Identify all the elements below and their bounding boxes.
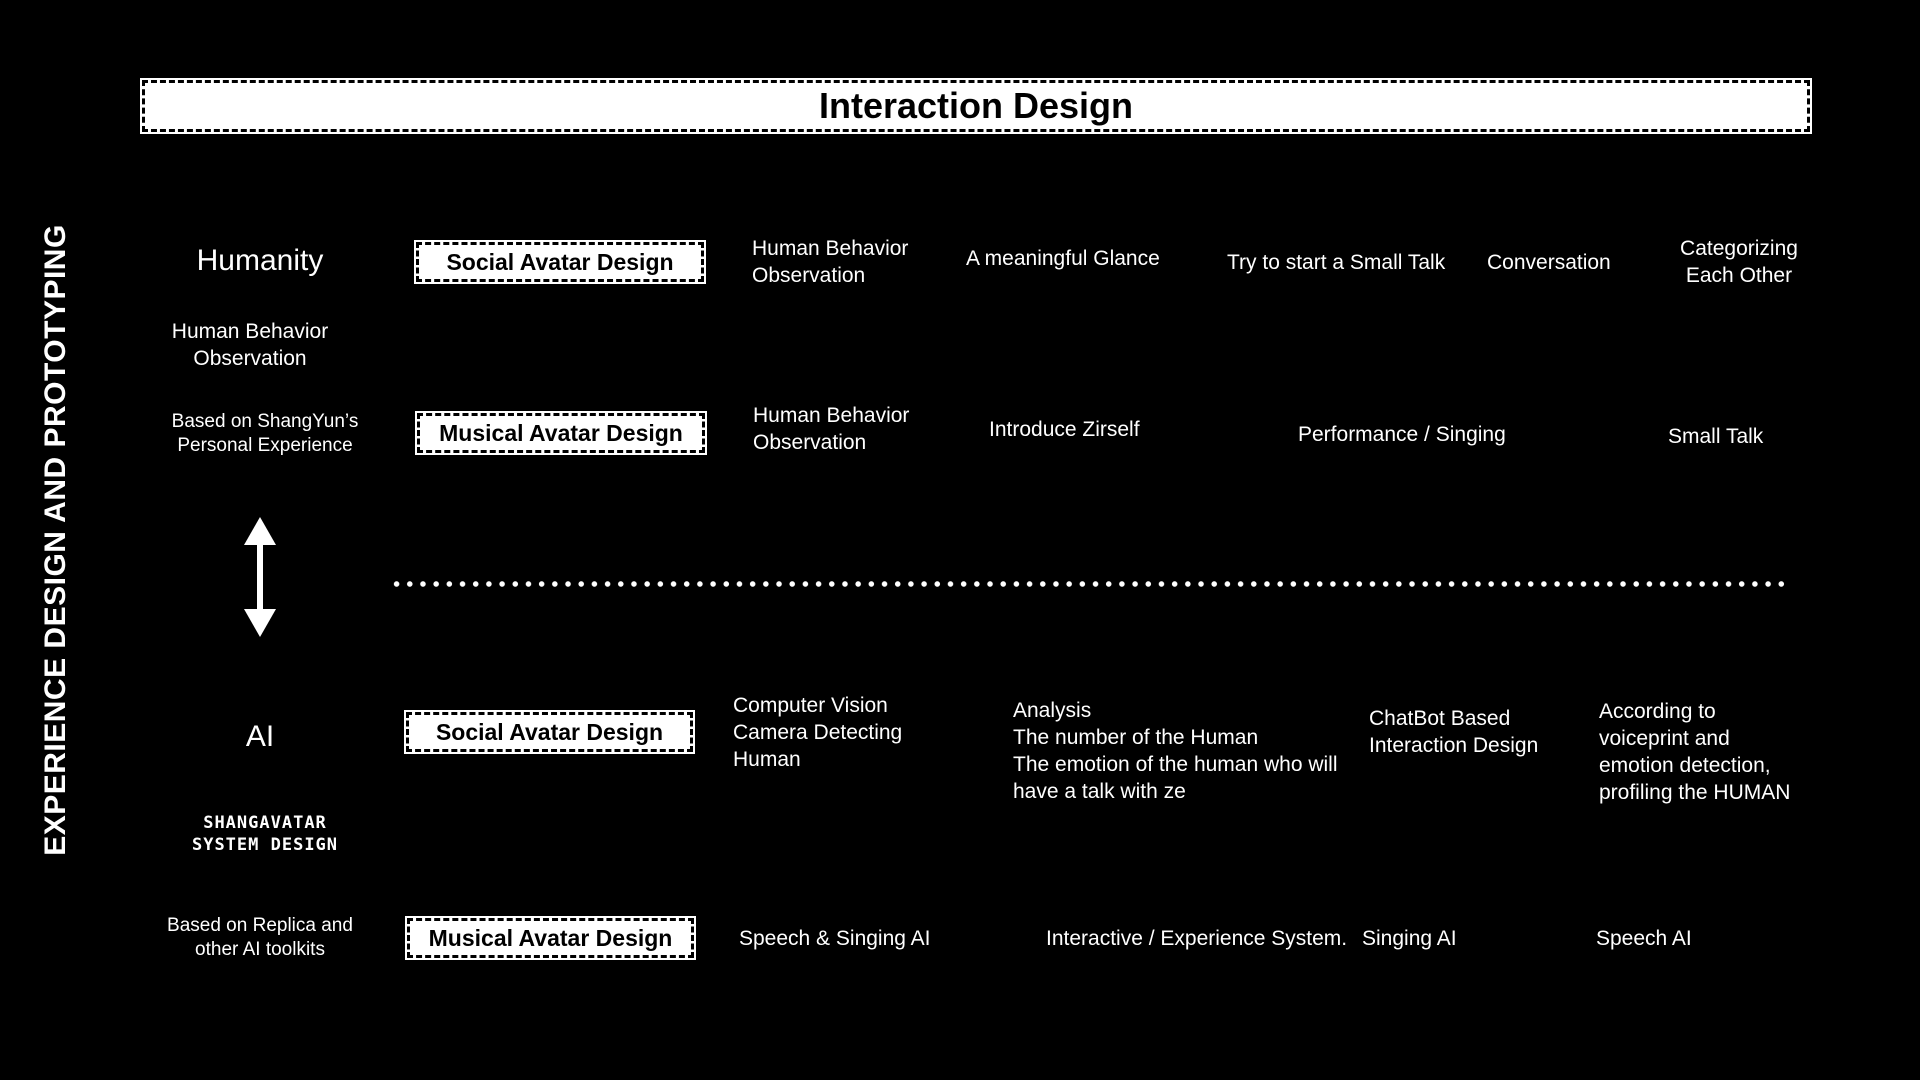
ai-social-step-4: According to voiceprint and emotion dete…	[1599, 700, 1791, 804]
humanity-note: Based on ShangYun’s Personal Experience	[171, 411, 359, 456]
ai-musical-tag-label: Musical Avatar Design	[428, 924, 673, 951]
side-title: EXPERIENCE DESIGN AND PROTOTYPING	[39, 224, 72, 856]
ai-musical-step-2: Interactive / Experience System.	[1046, 927, 1348, 950]
human-social-tag: Social Avatar Design	[414, 240, 706, 284]
banner-title: Interaction Design	[818, 85, 1134, 126]
ai-musical-step-1: Speech & Singing AI	[739, 927, 931, 950]
ai-social-step-1: Computer Vision Camera Detecting Human	[733, 694, 903, 771]
humanity-title: Humanity	[196, 244, 324, 277]
double-arrow-icon	[244, 517, 276, 637]
human-musical-step-3: Performance / Singing	[1298, 423, 1506, 446]
human-social-step-1: Human Behavior Observation	[752, 237, 909, 287]
human-musical-step-4: Small Talk	[1668, 425, 1764, 448]
ai-social-step-2: Analysis The number of the Human The emo…	[1013, 699, 1338, 803]
ai-musical-step-3: Singing AI	[1362, 927, 1457, 950]
diagram-canvas: Interaction Design EXPERIENCE DESIGN AND…	[0, 0, 1920, 1080]
ai-title: AI	[245, 720, 275, 753]
ai-social-tag: Social Avatar Design	[404, 710, 695, 754]
human-social-step-5: Categorizing Each Other	[1680, 237, 1798, 287]
title-banner: Interaction Design	[140, 78, 1812, 134]
ai-social-step-3: ChatBot Based Interaction Design	[1369, 707, 1539, 757]
section-separator	[390, 581, 1790, 587]
human-musical-step-2: Introduce Zirself	[989, 418, 1140, 441]
human-musical-tag-label: Musical Avatar Design	[439, 419, 683, 446]
human-social-step-2: A meaningful Glance	[966, 247, 1160, 270]
ai-note: Based on Replica and other AI toolkits	[167, 915, 353, 960]
human-social-step-4: Conversation	[1487, 251, 1611, 274]
human-social-tag-label: Social Avatar Design	[446, 248, 674, 275]
ai-musical-step-4: Speech AI	[1596, 927, 1692, 950]
human-musical-step-1: Human Behavior Observation	[753, 404, 910, 454]
ai-subtitle: SHANGAVATAR SYSTEM DESIGN	[191, 813, 339, 855]
ai-musical-tag: Musical Avatar Design	[405, 916, 696, 960]
human-social-step-3: Try to start a Small Talk	[1227, 251, 1446, 274]
humanity-subtitle: Human Behavior Observation	[171, 320, 329, 370]
ai-social-tag-label: Social Avatar Design	[435, 718, 664, 745]
human-musical-tag: Musical Avatar Design	[415, 411, 707, 455]
